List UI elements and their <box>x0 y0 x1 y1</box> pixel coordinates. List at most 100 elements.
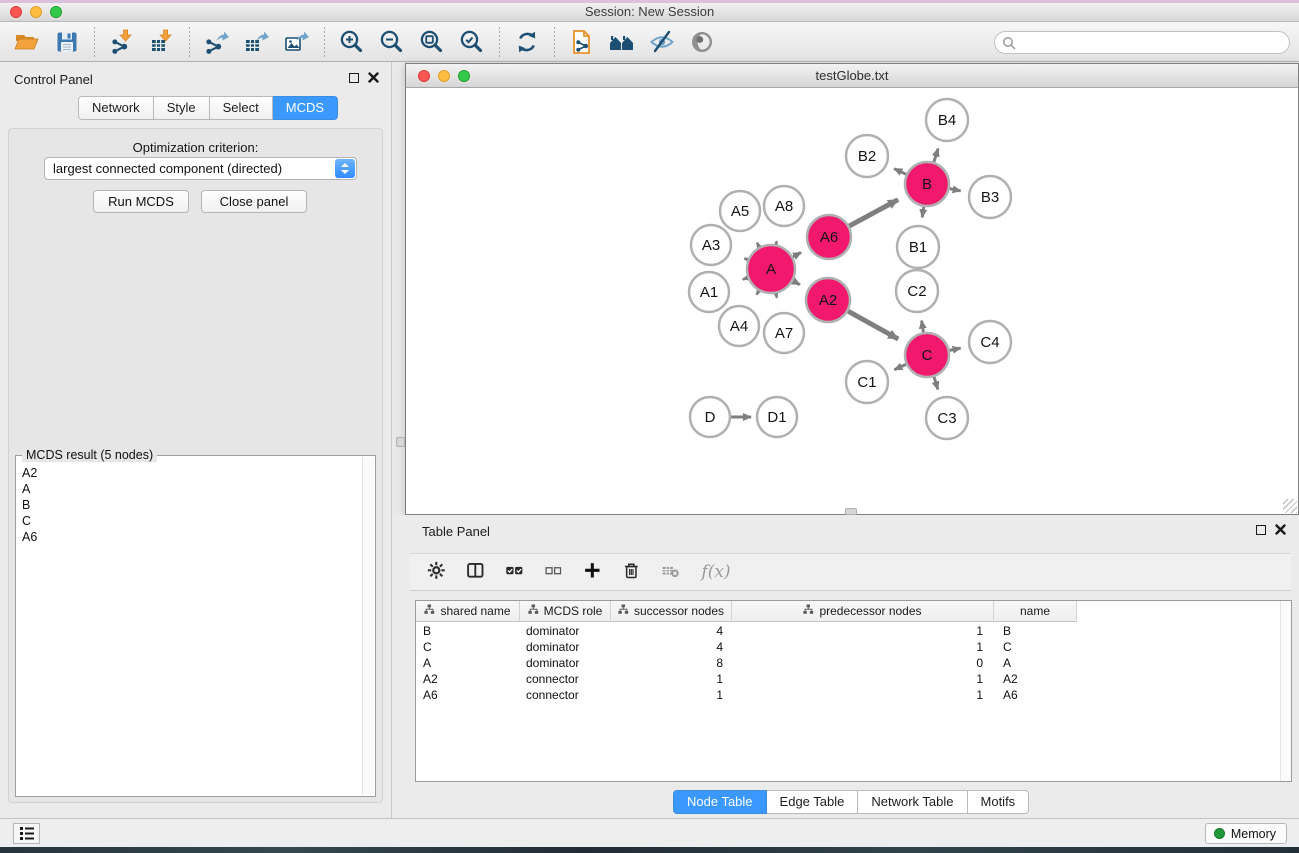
table-row[interactable]: Adominator80A <box>416 656 1291 672</box>
edge-A-A6[interactable] <box>793 253 801 257</box>
float-panel-icon[interactable] <box>349 73 359 83</box>
session-titlebar[interactable]: Session: New Session <box>0 3 1299 22</box>
memory-button[interactable]: Memory <box>1205 823 1287 844</box>
table-cell[interactable]: A <box>416 656 520 672</box>
mcds-result-item[interactable]: A6 <box>22 529 362 545</box>
table-cell[interactable]: C <box>994 640 1077 656</box>
table-cell[interactable]: C <box>416 640 520 656</box>
result-scrollbar[interactable] <box>362 457 374 795</box>
table-cell[interactable]: A2 <box>416 672 520 688</box>
split-panel-columns-icon[interactable] <box>464 559 490 585</box>
table-cell[interactable]: dominator <box>520 640 611 656</box>
table-cell[interactable]: dominator <box>520 624 611 640</box>
optimization-criterion-select[interactable]: largest connected component (directed) <box>44 157 357 180</box>
edge-B-B2[interactable] <box>894 169 906 175</box>
table-cell[interactable]: 1 <box>732 672 994 688</box>
tab-edge-table[interactable]: Edge Table <box>767 790 859 814</box>
mcds-result-list[interactable]: A2ABCA6 <box>16 461 362 796</box>
mcds-result-item[interactable]: B <box>22 497 362 513</box>
edge-A-A5[interactable] <box>757 243 759 247</box>
table-cell[interactable]: 8 <box>611 656 732 672</box>
table-cell[interactable]: B <box>416 624 520 640</box>
table-cell[interactable]: 0 <box>732 656 994 672</box>
zoom-in-icon[interactable] <box>335 26 369 58</box>
table-cell[interactable]: A6 <box>994 688 1077 704</box>
edge-C-C1[interactable] <box>894 364 906 369</box>
close-panel-icon[interactable] <box>368 72 379 83</box>
mcds-result-item[interactable]: C <box>22 513 362 529</box>
table-cell[interactable]: A <box>994 656 1077 672</box>
mcds-result-item[interactable]: A2 <box>22 465 362 481</box>
edge-B-B1[interactable] <box>922 207 924 218</box>
edge-B-B3[interactable] <box>950 189 961 191</box>
close-panel-button[interactable]: Close panel <box>201 190 307 213</box>
float-table-panel-icon[interactable] <box>1256 525 1266 535</box>
column-header-name[interactable]: name <box>994 601 1077 622</box>
panel-list-button[interactable] <box>13 823 40 844</box>
table-cell[interactable]: 4 <box>611 640 732 656</box>
table-cell[interactable]: 4 <box>611 624 732 640</box>
select-all-rows-icon[interactable] <box>503 559 529 585</box>
table-cell[interactable]: 1 <box>732 624 994 640</box>
edge-A-A1[interactable] <box>743 278 748 280</box>
edge-A-A7[interactable] <box>776 294 777 298</box>
table-cell[interactable]: A6 <box>416 688 520 704</box>
import-network-icon[interactable] <box>105 26 139 58</box>
edge-A2-C[interactable] <box>848 311 898 339</box>
network-overview-icon[interactable] <box>565 26 599 58</box>
add-column-icon[interactable] <box>581 559 607 585</box>
refresh-network-icon[interactable] <box>510 26 544 58</box>
table-scrollbar[interactable] <box>1280 601 1291 781</box>
edge-C-C4[interactable] <box>950 348 961 350</box>
column-header-predecessor-nodes[interactable]: predecessor nodes <box>732 601 994 622</box>
close-table-panel-icon[interactable] <box>1275 524 1286 535</box>
column-header-mcds-role[interactable]: MCDS role <box>520 601 611 622</box>
search-input[interactable] <box>994 31 1290 54</box>
network-window-titlebar[interactable]: testGlobe.txt <box>406 64 1298 88</box>
horizontal-splitter-handle[interactable] <box>845 508 857 515</box>
export-network-icon[interactable] <box>200 26 234 58</box>
edge-A-A4[interactable] <box>757 291 759 295</box>
run-mcds-button[interactable]: Run MCDS <box>93 190 189 213</box>
network-canvas[interactable]: B4B2BB3A5A8A6A3B1AA1C2A2A4A7C4CC1C3DD1 <box>406 88 1298 514</box>
hide-details-eye-slash-icon[interactable] <box>645 26 679 58</box>
table-cell[interactable]: connector <box>520 672 611 688</box>
export-image-icon[interactable] <box>280 26 314 58</box>
table-cell[interactable]: dominator <box>520 656 611 672</box>
table-cell[interactable]: 1 <box>611 688 732 704</box>
tab-network[interactable]: Network <box>78 96 154 120</box>
table-settings-gear-icon[interactable] <box>425 559 451 585</box>
delete-column-icon[interactable] <box>620 559 646 585</box>
table-cell[interactable]: A2 <box>994 672 1077 688</box>
vertical-splitter-handle[interactable] <box>396 437 405 447</box>
column-header-shared-name[interactable]: shared name <box>416 601 520 622</box>
table-cell[interactable]: 1 <box>732 640 994 656</box>
table-cell[interactable]: connector <box>520 688 611 704</box>
export-table-icon[interactable] <box>240 26 274 58</box>
show-eye-icon[interactable] <box>685 26 719 58</box>
edge-B-B4[interactable] <box>934 149 938 162</box>
table-row[interactable]: A6connector11A6 <box>416 688 1291 704</box>
unselect-all-rows-icon[interactable] <box>542 559 568 585</box>
zoom-out-icon[interactable] <box>375 26 409 58</box>
zoom-selected-icon[interactable] <box>455 26 489 58</box>
save-session-icon[interactable] <box>50 26 84 58</box>
import-table-icon[interactable] <box>145 26 179 58</box>
tab-network-table[interactable]: Network Table <box>858 790 967 814</box>
home-icon[interactable] <box>605 26 639 58</box>
edge-C-C2[interactable] <box>922 321 924 333</box>
edge-A-A8[interactable] <box>776 241 777 244</box>
column-header-successor-nodes[interactable]: successor nodes <box>611 601 732 622</box>
zoom-fit-icon[interactable] <box>415 26 449 58</box>
tab-node-table[interactable]: Node Table <box>673 790 767 814</box>
table-row[interactable]: Bdominator41B <box>416 624 1291 640</box>
edge-A-A3[interactable] <box>744 258 747 259</box>
edge-A6-B[interactable] <box>849 200 898 226</box>
tab-style[interactable]: Style <box>154 96 210 120</box>
window-resize-grip[interactable] <box>1283 499 1297 513</box>
table-cell[interactable]: 1 <box>611 672 732 688</box>
tab-select[interactable]: Select <box>210 96 273 120</box>
table-cell[interactable]: B <box>994 624 1077 640</box>
tab-motifs[interactable]: Motifs <box>968 790 1030 814</box>
table-row[interactable]: Cdominator41C <box>416 640 1291 656</box>
